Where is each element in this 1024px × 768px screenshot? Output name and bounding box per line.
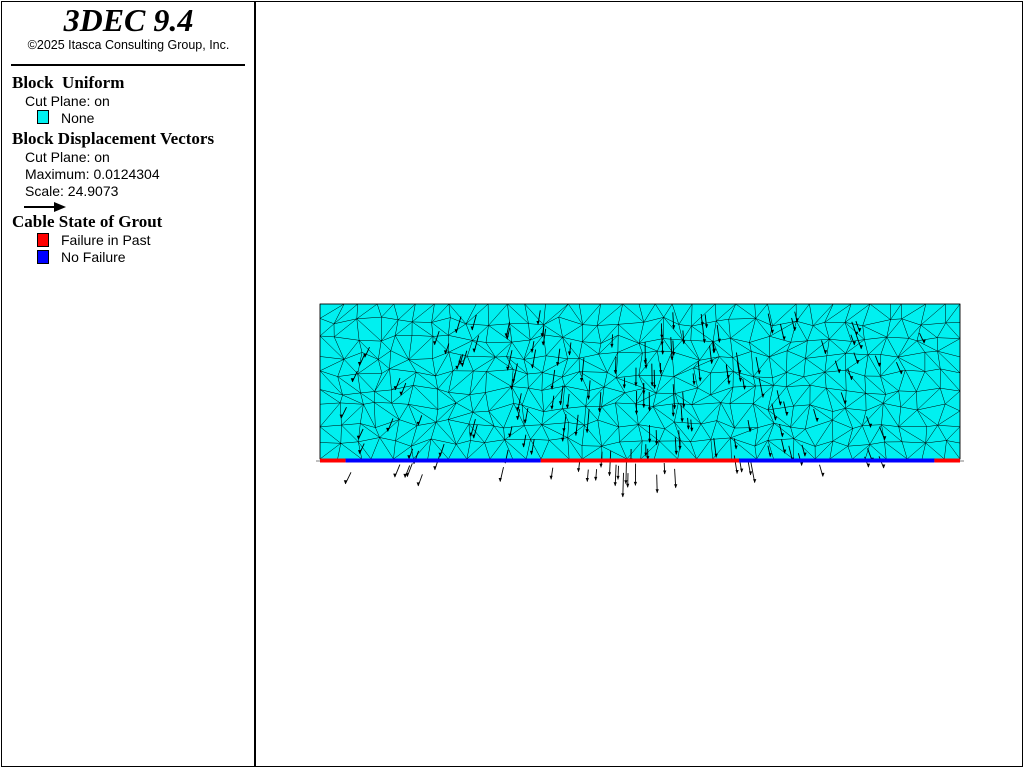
legend-block-uniform-cutplane: Cut Plane: on (25, 93, 110, 109)
displacement-arrowhead (655, 489, 659, 494)
displacement-arrowhead (498, 478, 502, 482)
displacement-vector (622, 472, 624, 497)
legend-block-uniform-title: Block Uniform (12, 73, 125, 92)
legend-failure-in-past-label: Failure in Past (61, 232, 151, 248)
displacement-arrowhead (821, 472, 825, 477)
displacement-arrowhead (624, 480, 628, 485)
displacement-arrowhead (866, 463, 871, 468)
legend-divider (11, 64, 245, 66)
block-body (319, 303, 961, 460)
swatch-none (37, 110, 49, 124)
swatch-failure-in-past (37, 233, 49, 247)
displacement-arrowhead (403, 473, 407, 478)
app-title: 3DEC 9.4 (63, 2, 194, 38)
displacement-arrowhead (740, 468, 744, 473)
cable-segment (540, 458, 740, 463)
displacement-arrowhead (576, 468, 581, 473)
legend-displacement-scale: Scale: 24.9073 (25, 183, 119, 199)
model-canvas[interactable] (258, 1, 1022, 766)
displacement-arrowhead (416, 482, 420, 487)
displacement-arrowhead (749, 471, 753, 476)
cable-segment (934, 458, 960, 463)
displacement-arrowhead (599, 463, 603, 468)
cable-segment (345, 458, 541, 463)
displacement-arrowhead (626, 483, 630, 488)
displacement-arrowhead (616, 475, 620, 480)
displacement-arrowhead (433, 466, 437, 471)
displacement-arrowhead (607, 472, 612, 477)
displacement-arrowhead (663, 470, 667, 475)
displacement-arrowhead (753, 479, 757, 484)
displacement-arrowhead (674, 484, 678, 489)
cable-segment (320, 458, 346, 463)
legend-none-label: None (61, 110, 95, 126)
displacement-arrowhead (800, 462, 804, 466)
displacement-arrowhead (613, 482, 617, 487)
swatch-no-failure (37, 250, 49, 264)
displacement-arrowhead (585, 478, 589, 482)
displacement-arrowhead (549, 475, 553, 480)
displacement-arrowhead (393, 473, 397, 478)
legend-displacement-maximum: Maximum: 0.0124304 (25, 166, 160, 182)
legend-panel: 3DEC 9.4 ©2025 Itasca Consulting Group, … (1, 1, 256, 766)
legend-cable-title: Cable State of Grout (12, 212, 163, 231)
legend-displacement-title: Block Displacement Vectors (12, 129, 215, 148)
legend-displacement-cutplane: Cut Plane: on (25, 149, 110, 165)
legend-no-failure-label: No Failure (61, 249, 126, 265)
displacement-arrowhead (594, 476, 598, 481)
copyright-text: ©2025 Itasca Consulting Group, Inc. (27, 38, 230, 52)
displacement-arrowhead (633, 481, 637, 486)
cable-segment (739, 458, 935, 463)
displacement-arrowhead (621, 493, 625, 498)
displacement-arrowhead (882, 464, 886, 469)
displacement-arrowhead (735, 470, 739, 474)
model-viewport[interactable] (258, 1, 1022, 766)
